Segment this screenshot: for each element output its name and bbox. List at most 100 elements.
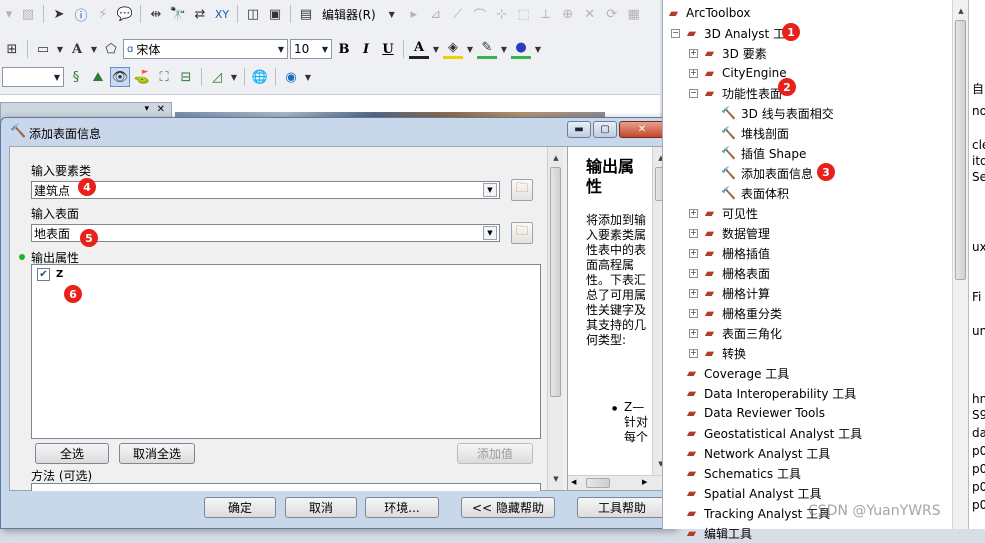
clear-selection-icon[interactable]: ▧ <box>18 4 38 24</box>
scroll-up-icon[interactable]: ▲ <box>549 151 563 165</box>
scroll-right-icon[interactable]: ▶ <box>642 478 647 486</box>
toolbox-tree-item[interactable]: + ▰ 栅格重分类 <box>689 303 782 323</box>
toolbox-tree-item[interactable]: + ▰ 数据管理 <box>689 223 770 243</box>
scroll-left-icon[interactable]: ◀ <box>571 478 576 486</box>
cut-polygon-icon[interactable]: ⊕ <box>558 4 578 24</box>
browse-surface-button[interactable]: 🗀 <box>511 222 533 244</box>
expand-icon[interactable]: + <box>689 208 698 218</box>
scroll-thumb[interactable] <box>550 167 561 397</box>
toolbox-tree-item[interactable]: ▰ Data Interoperability 工具 <box>684 383 856 403</box>
font-size-select[interactable]: 10 ▼ <box>290 39 332 59</box>
italic-button[interactable]: I <box>356 39 376 59</box>
scroll-thumb[interactable] <box>586 478 610 488</box>
toolbox-tree-item[interactable]: ▰ Data Reviewer Tools <box>684 403 825 423</box>
toolbox-tree-item[interactable]: − ▰ 3D Analyst 工具 <box>671 23 797 43</box>
font-color-button[interactable]: A <box>409 39 429 59</box>
add-value-button[interactable]: 添加值 <box>457 443 533 464</box>
contour-icon[interactable]: § <box>66 67 86 87</box>
trace-icon[interactable]: ⊹ <box>492 4 512 24</box>
toolbox-tree-item[interactable]: 🔨 添加表面信息 <box>721 163 813 183</box>
time-slider-icon[interactable]: ◫ <box>243 4 263 24</box>
collapse-icon[interactable]: − <box>671 28 680 38</box>
profile-graph-icon[interactable]: ◿ <box>207 67 227 87</box>
drawing-icon[interactable]: ⊞ <box>2 39 22 59</box>
close-icon[interactable]: ✕ <box>157 104 165 115</box>
environments-button[interactable]: 环境... <box>365 497 439 518</box>
edit-tool-icon[interactable]: ▸ <box>404 4 424 24</box>
scroll-thumb[interactable] <box>955 20 966 280</box>
editor-menu[interactable]: 编辑器(R) <box>318 6 380 23</box>
toolbox-tree-item[interactable]: + ▰ 表面三角化 <box>689 323 782 343</box>
layer-select[interactable]: ▼ <box>2 67 64 87</box>
toolbox-tree-item[interactable]: + ▰ 栅格插值 <box>689 243 770 263</box>
bold-button[interactable]: B <box>334 39 354 59</box>
maximize-button[interactable]: ▢ <box>593 121 617 138</box>
toolbox-tree-item[interactable]: 🔨 3D 线与表面相交 <box>721 103 834 123</box>
rotate-icon[interactable]: ⟳ <box>602 4 622 24</box>
expand-icon[interactable]: + <box>689 328 698 338</box>
chevron-down-icon[interactable]: ▼ <box>465 39 475 59</box>
arcscene-icon[interactable]: ◉ <box>281 67 301 87</box>
chevron-down-icon[interactable]: ▼ <box>55 39 65 59</box>
find-route-icon[interactable]: ⇄ <box>190 4 210 24</box>
toolbox-tree-item[interactable]: + ▰ 3D 要素 <box>689 43 767 63</box>
interpolate-polygon-icon[interactable]: ⊟ <box>176 67 196 87</box>
ok-button[interactable]: 确定 <box>204 497 276 518</box>
browse-features-button[interactable]: 🗀 <box>511 179 533 201</box>
chevron-down-icon[interactable]: ▼ <box>483 183 497 197</box>
input-surface-field[interactable]: 地表面 ▼ <box>31 224 500 242</box>
hide-help-button[interactable]: << 隐藏帮助 <box>461 497 555 518</box>
toolbox-root[interactable]: ▰ ArcToolbox <box>666 3 751 23</box>
scroll-down-icon[interactable]: ▼ <box>549 472 563 486</box>
font-name-select[interactable]: ɑ 宋体 ▼ <box>123 39 288 59</box>
chevron-down-icon[interactable]: ▼ <box>229 67 239 87</box>
chevron-down-icon[interactable]: ▼ <box>499 39 509 59</box>
globe-icon[interactable]: 🌐 <box>250 67 270 87</box>
collapse-icon[interactable]: − <box>689 88 698 98</box>
edit-annotation-icon[interactable]: ⊿ <box>426 4 446 24</box>
edit-vertices-icon[interactable]: ⬚ <box>514 4 534 24</box>
toolbox-tree-item[interactable]: ▰ Schematics 工具 <box>684 463 801 483</box>
method-field[interactable] <box>31 483 541 491</box>
chevron-down-icon[interactable]: ▼ <box>483 226 497 240</box>
minimize-button[interactable]: ▬ <box>567 121 591 138</box>
identify-icon[interactable]: ⓘ <box>71 4 91 24</box>
find-icon[interactable]: 🔭 <box>168 4 188 24</box>
goto-xy-icon[interactable]: XY <box>212 4 232 24</box>
pin-icon[interactable]: ▾ <box>144 104 149 114</box>
steepest-path-icon[interactable]: ⛰ <box>88 67 108 87</box>
marker-color-icon[interactable]: ● <box>511 39 531 59</box>
toolbox-scrollbar[interactable]: ▲ <box>952 0 968 529</box>
tool-help-button[interactable]: 工具帮助 <box>577 497 667 518</box>
select-elements-icon[interactable]: ➤ <box>49 4 69 24</box>
expand-icon[interactable]: + <box>689 248 698 258</box>
toolbox-tree-item[interactable]: ▰ Network Analyst 工具 <box>684 443 830 463</box>
toolbox-tree-item[interactable]: 🔨 插值 Shape <box>721 143 806 163</box>
chevron-down-icon[interactable]: ▼ <box>303 67 313 87</box>
straight-segment-icon[interactable]: ⟋ <box>448 4 468 24</box>
line-of-sight-icon[interactable]: 👁 <box>110 67 130 87</box>
scroll-up-icon[interactable]: ▲ <box>954 4 968 18</box>
toolbox-tree-item[interactable]: − ▰ 功能性表面 <box>689 83 782 103</box>
toolbox-tree-item[interactable]: + ▰ 栅格表面 <box>689 263 770 283</box>
toolbox-tree-item[interactable]: + ▰ 可见性 <box>689 203 758 223</box>
attributes-icon[interactable]: ▦ <box>624 4 644 24</box>
toolbox-tree-item[interactable]: ▰ Spatial Analyst 工具 <box>684 483 822 503</box>
endpoint-arc-icon[interactable]: ⌒ <box>470 4 490 24</box>
chevron-down-icon[interactable]: ▼ <box>89 39 99 59</box>
output-property-list[interactable]: ✔ Z <box>31 264 541 439</box>
toolbox-tree-item[interactable]: + ▰ 栅格计算 <box>689 283 770 303</box>
rectangle-icon[interactable]: ▭ <box>33 39 53 59</box>
expand-icon[interactable]: + <box>689 288 698 298</box>
expand-icon[interactable]: + <box>689 308 698 318</box>
line-color-icon[interactable]: ✎ <box>477 39 497 59</box>
toolbox-tree-item[interactable]: + ▰ CityEngine <box>689 63 787 83</box>
hyperlink-icon[interactable]: ⚡ <box>93 4 113 24</box>
point-profile-icon[interactable]: ⛳ <box>132 67 152 87</box>
html-popup-icon[interactable]: 💬 <box>115 4 135 24</box>
reshape-icon[interactable]: ⟂ <box>536 4 556 24</box>
list-item[interactable]: ✔ Z <box>37 268 63 281</box>
expand-icon[interactable]: + <box>689 268 698 278</box>
toolbox-tree-item[interactable]: + ▰ 转换 <box>689 343 746 363</box>
input-features-field[interactable]: 建筑点 ▼ <box>31 181 500 199</box>
